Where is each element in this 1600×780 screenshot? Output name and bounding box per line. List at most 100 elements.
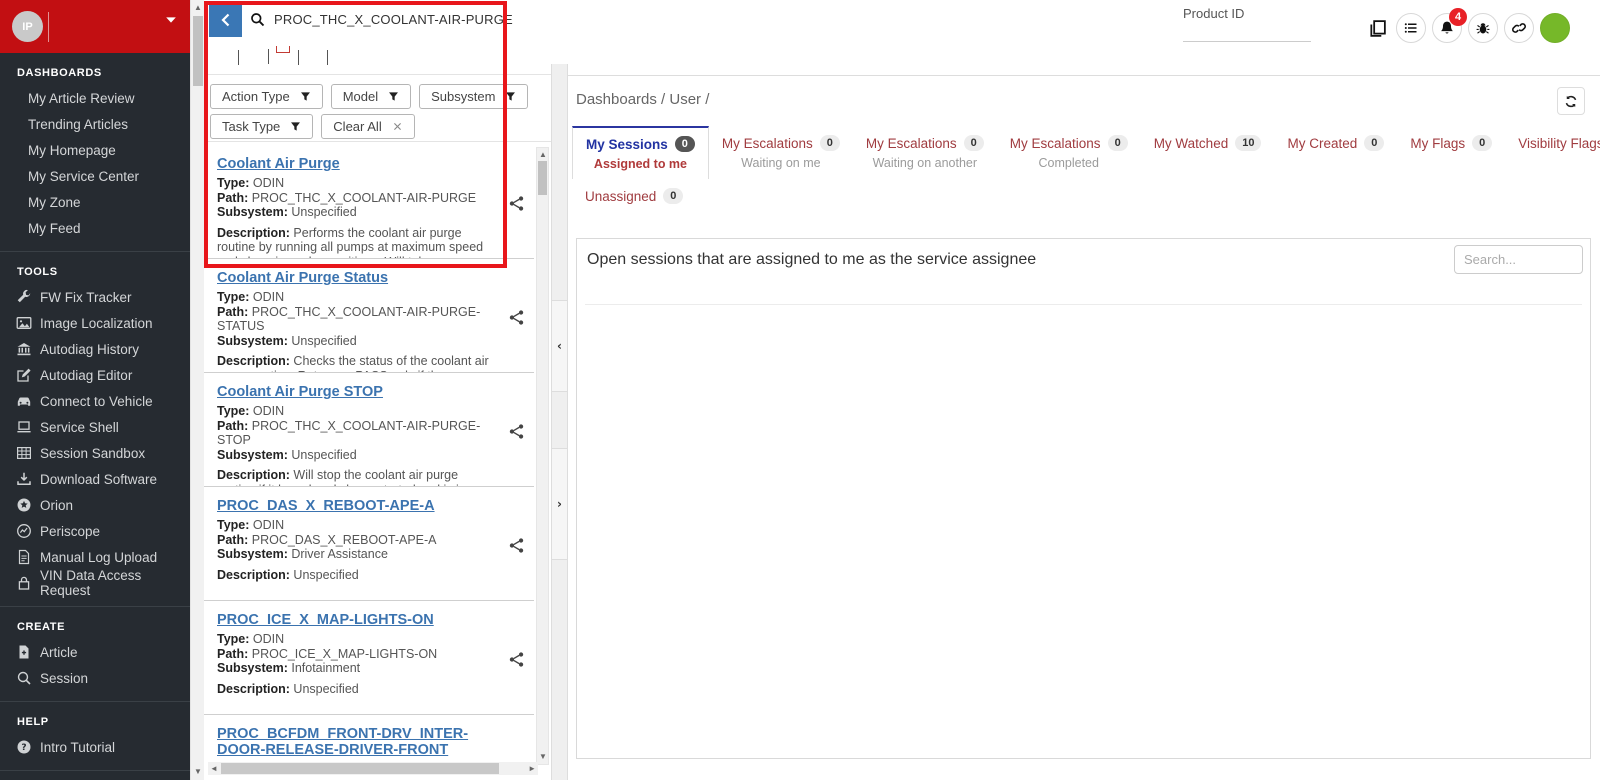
- sidebar-item[interactable]: Article: [0, 639, 190, 665]
- result-title-link[interactable]: PROC_ICE_X_MAP-LIGHTS-ON: [217, 612, 498, 628]
- dashboard-tab[interactable]: My Flags 0: [1397, 126, 1505, 179]
- sidebar-item[interactable]: My Service Center: [0, 163, 190, 189]
- share-icon[interactable]: [508, 309, 525, 326]
- share-icon[interactable]: [508, 537, 525, 554]
- results-scrollbar-horizontal[interactable]: ◄ ►: [208, 762, 538, 775]
- profile-header[interactable]: IP: [0, 0, 190, 53]
- sidebar-item[interactable]: Session Sandbox: [0, 440, 190, 466]
- sidebar-item[interactable]: Image Localization: [0, 310, 190, 336]
- list-icon[interactable]: [1396, 13, 1426, 43]
- sidebar-scrollbar[interactable]: ▲ ▼: [190, 0, 204, 780]
- status-icon[interactable]: [1540, 13, 1570, 43]
- result-title-link[interactable]: Coolant Air Purge STOP: [217, 384, 498, 400]
- result-subsystem: Subsystem: Unspecified: [217, 205, 498, 220]
- chevron-down-icon[interactable]: [164, 13, 178, 27]
- scroll-down-icon[interactable]: ▼: [191, 765, 205, 779]
- sidebar-item[interactable]: My Feed: [0, 215, 190, 241]
- star-circle-icon: [16, 497, 32, 513]
- scroll-up-icon[interactable]: ▲: [191, 1, 205, 15]
- dashboard-tab[interactable]: My Watched 10: [1141, 126, 1275, 179]
- search-tab[interactable]: [276, 46, 290, 53]
- dashboard-tab[interactable]: My Escalations 0 Waiting on another: [853, 126, 997, 179]
- x-icon: [392, 121, 403, 132]
- sidebar-item[interactable]: Trending Articles: [0, 111, 190, 137]
- result-title-link[interactable]: Coolant Air Purge: [217, 156, 498, 172]
- scroll-left-icon[interactable]: ◄: [210, 762, 218, 775]
- bug-icon[interactable]: [1468, 13, 1498, 43]
- scrollbar-thumb[interactable]: [538, 161, 547, 195]
- breadcrumb[interactable]: Dashboards / User /: [576, 91, 709, 108]
- search-results: Coolant Air Purge Type: ODIN Path: PROC_…: [204, 145, 534, 762]
- dashboard-tab[interactable]: Visibility Flags 38: [1505, 126, 1600, 179]
- bell-icon[interactable]: 4: [1432, 13, 1462, 43]
- search-icon: [250, 12, 265, 27]
- sidebar-item[interactable]: Periscope: [0, 518, 190, 544]
- sidebar-item[interactable]: Service Shell: [0, 414, 190, 440]
- filter-button[interactable]: Model: [331, 84, 411, 109]
- sidebar-item[interactable]: Autodiag Editor: [0, 362, 190, 388]
- dashboard-tab[interactable]: Unassigned 0: [572, 184, 696, 208]
- sidebar-item-label: Intro Tutorial: [40, 740, 115, 755]
- search-input[interactable]: [272, 11, 532, 28]
- refresh-button[interactable]: [1557, 87, 1585, 115]
- filter-button[interactable]: Subsystem: [419, 84, 528, 109]
- sidebar-item[interactable]: Connect to Vehicle: [0, 388, 190, 414]
- scroll-down-icon[interactable]: ▼: [536, 750, 550, 764]
- sidebar-item[interactable]: My Homepage: [0, 137, 190, 163]
- expand-panel-button[interactable]: ›: [551, 448, 568, 560]
- search-result-card: PROC_DAS_X_REBOOT-APE-A Type: ODIN Path:…: [204, 487, 534, 601]
- result-title-link[interactable]: PROC_DAS_X_REBOOT-APE-A: [217, 498, 498, 514]
- share-icon[interactable]: [508, 651, 525, 668]
- results-scrollbar-vertical[interactable]: ▲ ▼: [536, 147, 549, 765]
- sidebar-item[interactable]: VIN Data Access Request: [0, 570, 190, 596]
- avatar[interactable]: IP: [12, 11, 43, 42]
- search-tab[interactable]: [247, 47, 259, 53]
- result-subsystem: Subsystem: Unspecified: [217, 448, 498, 463]
- search-tab[interactable]: [307, 47, 319, 53]
- sidebar-section: CREATE Article Session: [0, 607, 190, 702]
- tab-label: My Escalations: [722, 136, 813, 151]
- sidebar-item[interactable]: Download Software: [0, 466, 190, 492]
- sidebar-item[interactable]: Manual Log Upload: [0, 544, 190, 570]
- result-subsystem: Subsystem: Infotainment: [217, 661, 498, 676]
- sidebar-item[interactable]: Autodiag History: [0, 336, 190, 362]
- tab-label: Unassigned: [585, 189, 656, 204]
- result-title-link[interactable]: Coolant Air Purge Status: [217, 270, 498, 286]
- table-search-input[interactable]: [1454, 245, 1583, 274]
- sidebar-item[interactable]: FW Fix Tracker: [0, 284, 190, 310]
- scroll-right-icon[interactable]: ►: [528, 762, 536, 775]
- sidebar-item-label: Manual Log Upload: [40, 550, 157, 565]
- search-field[interactable]: [250, 11, 540, 28]
- sidebar-sections: DASHBOARDS My Article Review Trending Ar…: [0, 53, 190, 771]
- link-icon[interactable]: [1504, 13, 1534, 43]
- scrollbar-thumb[interactable]: [193, 16, 203, 86]
- share-icon[interactable]: [508, 423, 525, 440]
- filter-button[interactable]: Action Type: [210, 84, 323, 109]
- tab-count-badge: 0: [663, 188, 683, 204]
- dashboard-tab[interactable]: My Escalations 0 Waiting on me: [709, 126, 853, 179]
- product-id-label: Product ID: [1183, 6, 1244, 21]
- filter-button[interactable]: Clear All: [321, 114, 414, 139]
- collapse-panel-button[interactable]: ‹: [551, 300, 568, 392]
- sidebar-item[interactable]: ? Intro Tutorial: [0, 734, 190, 760]
- scrollbar-thumb[interactable]: [221, 763, 499, 774]
- share-icon[interactable]: [508, 195, 525, 212]
- dashboard-tab[interactable]: My Sessions 0 Assigned to me: [572, 126, 709, 179]
- dashboard-tab[interactable]: My Created 0: [1274, 126, 1397, 179]
- sidebar-item[interactable]: Session: [0, 665, 190, 691]
- sidebar-item[interactable]: My Zone: [0, 189, 190, 215]
- product-id-input[interactable]: [1183, 22, 1311, 42]
- grid-icon: [16, 445, 32, 461]
- search-tab[interactable]: [336, 47, 348, 53]
- search-tab[interactable]: [218, 47, 230, 53]
- result-title-link[interactable]: PROC_BCFDM_FRONT-DRV_INTER-DOOR-RELEASE-…: [217, 726, 498, 758]
- dashboard-tab[interactable]: My Escalations 0 Completed: [997, 126, 1141, 179]
- sidebar-item[interactable]: Orion: [0, 492, 190, 518]
- laptop-icon: [16, 419, 32, 435]
- filter-button[interactable]: Task Type: [210, 114, 313, 139]
- scroll-up-icon[interactable]: ▲: [536, 148, 550, 162]
- copy-icon[interactable]: [1364, 13, 1390, 43]
- funnel-icon: [505, 91, 516, 102]
- sidebar-item[interactable]: My Article Review: [0, 85, 190, 111]
- back-button[interactable]: [209, 3, 242, 37]
